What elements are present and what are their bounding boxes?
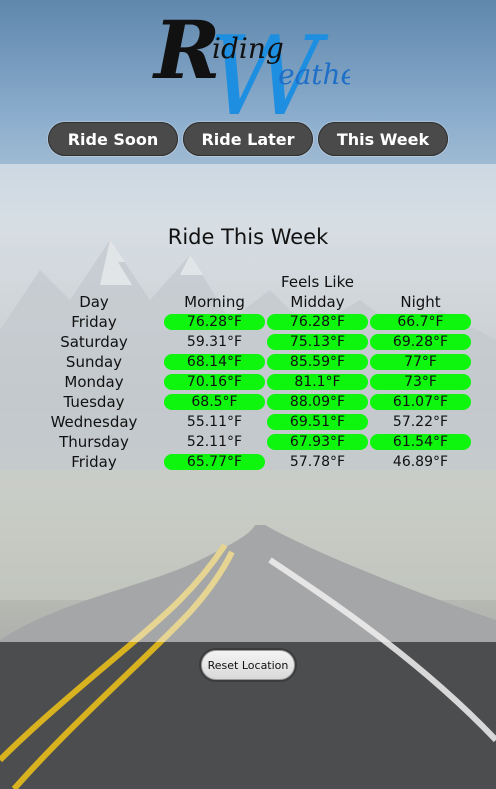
app-header: W R iding eather Ride Soon Ride Later Th…	[0, 0, 496, 164]
night-temp-cell: 66.7°F	[370, 314, 471, 330]
this-week-button[interactable]: This Week	[318, 122, 448, 156]
night-temp-cell: 61.54°F	[370, 434, 471, 450]
morning-temp-cell: 52.11°F	[186, 434, 243, 450]
night-temp-cell: 69.28°F	[370, 334, 471, 350]
column-header-night: Night	[400, 293, 441, 311]
morning-temp-cell: 70.16°F	[164, 374, 265, 390]
midday-temp-cell: 69.51°F	[267, 414, 368, 430]
column-header-midday: Midday	[290, 293, 345, 311]
midday-temp-cell: 57.78°F	[289, 454, 346, 470]
svg-text:eather: eather	[278, 58, 350, 91]
morning-temp-cell: 59.31°F	[186, 334, 243, 350]
night-temp-cell: 57.22°F	[392, 414, 449, 430]
night-temp-cell: 73°F	[370, 374, 471, 390]
night-temp-cell: 77°F	[370, 354, 471, 370]
feels-like-header: Feels Like	[281, 273, 354, 291]
table-row: Wednesday 55.11°F 69.51°F 57.22°F	[0, 412, 496, 432]
day-cell: Friday	[71, 453, 117, 471]
svg-text:iding: iding	[212, 32, 284, 65]
day-cell: Sunday	[65, 353, 123, 371]
table-row: Thursday 52.11°F 67.93°F 61.54°F	[0, 432, 496, 452]
day-cell: Friday	[71, 313, 117, 331]
morning-temp-cell: 68.5°F	[164, 394, 265, 410]
table-row: Monday 70.16°F 81.1°F 73°F	[0, 372, 496, 392]
day-cell: Tuesday	[63, 393, 125, 411]
table-row: Saturday 59.31°F 75.13°F 69.28°F	[0, 332, 496, 352]
column-header-day: Day	[79, 293, 109, 311]
table-row: Friday 65.77°F 57.78°F 46.89°F	[0, 452, 496, 472]
reset-location-button[interactable]: Reset Location	[201, 650, 295, 680]
midday-temp-cell: 88.09°F	[267, 394, 368, 410]
table-row: Tuesday 68.5°F 88.09°F 61.07°F	[0, 392, 496, 412]
morning-temp-cell: 55.11°F	[186, 414, 243, 430]
midday-temp-cell: 76.28°F	[267, 314, 368, 330]
svg-text:R: R	[152, 3, 220, 97]
midday-temp-cell: 67.93°F	[267, 434, 368, 450]
morning-temp-cell: 68.14°F	[164, 354, 265, 370]
riding-weather-logo: W R iding eather	[150, 2, 372, 140]
day-cell: Wednesday	[50, 413, 138, 431]
morning-temp-cell: 76.28°F	[164, 314, 265, 330]
ride-later-button[interactable]: Ride Later	[183, 122, 313, 156]
day-cell: Monday	[64, 373, 124, 391]
page-title: Ride This Week	[167, 225, 329, 249]
column-header-morning: Morning	[184, 293, 245, 311]
table-row: Sunday 68.14°F 85.59°F 77°F	[0, 352, 496, 372]
midday-temp-cell: 75.13°F	[267, 334, 368, 350]
day-cell: Saturday	[60, 333, 128, 351]
table-row: Friday 76.28°F 76.28°F 66.7°F	[0, 312, 496, 332]
ride-soon-button[interactable]: Ride Soon	[48, 122, 178, 156]
midday-temp-cell: 85.59°F	[267, 354, 368, 370]
midday-temp-cell: 81.1°F	[267, 374, 368, 390]
night-temp-cell: 61.07°F	[370, 394, 471, 410]
morning-temp-cell: 65.77°F	[164, 454, 265, 470]
day-cell: Thursday	[59, 433, 129, 451]
night-temp-cell: 46.89°F	[392, 454, 449, 470]
